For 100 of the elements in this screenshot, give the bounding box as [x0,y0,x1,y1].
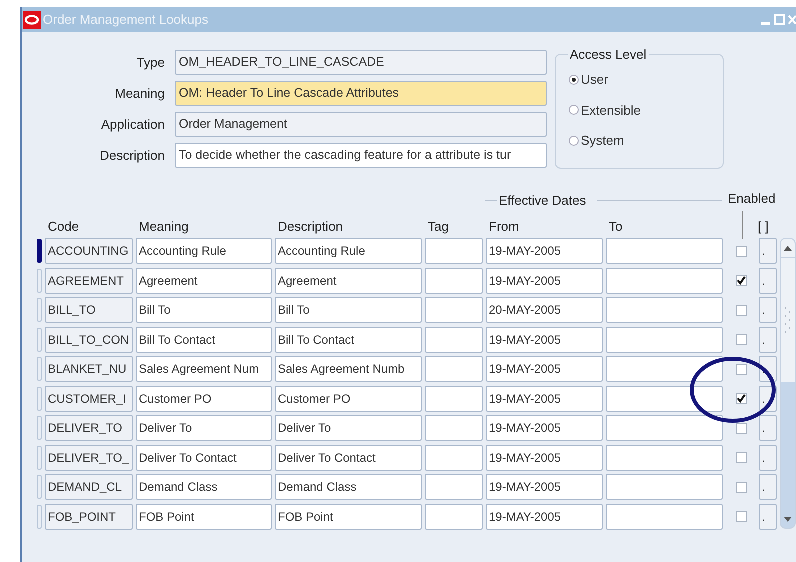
table-cell[interactable]: BLANKET_NU [45,356,133,382]
table-cell[interactable] [606,415,723,441]
table-cell[interactable] [606,386,723,412]
table-cell[interactable]: Deliver To [275,415,422,441]
logo-icon [23,10,41,28]
table-cell[interactable]: 19-MAY-2005 [486,415,603,441]
table-cell[interactable]: 19-MAY-2005 [486,268,603,294]
table-cell[interactable]: Demand Class [275,474,422,500]
table-cell[interactable]: 19-MAY-2005 [486,444,603,470]
scrollbar-thumb[interactable] [781,257,795,382]
checkbox[interactable] [736,334,746,345]
checkbox[interactable] [736,304,746,316]
scroll-down-icon[interactable] [784,516,792,522]
table-cell[interactable] [425,474,483,500]
text-field[interactable]: To decide whether the cascading feature for a attribute is tur [175,143,547,168]
text-field[interactable]: Order Management [175,112,547,137]
table-cell[interactable]: AGREEMENT [45,268,133,294]
table-cell[interactable]: Bill To [275,297,422,323]
table-cell[interactable]: Deliver To Contact [275,444,422,470]
table-cell[interactable]: FOB Point [136,504,272,530]
table-cell[interactable]: Deliver To [136,415,272,441]
table-cell[interactable]: Accounting Rule [275,238,422,264]
maximize-icon[interactable] [774,14,786,26]
field-label: Application [100,116,165,134]
table-cell[interactable] [606,238,723,264]
table-cell[interactable]: DELIVER_TO [45,415,133,441]
scroll-up-icon[interactable] [784,246,792,250]
group-header: Effective Dates [499,192,586,210]
radio-option[interactable]: Extensible [569,100,723,120]
checkbox[interactable] [736,246,746,256]
table-cell[interactable]: BILL_TO [45,297,133,323]
more-button[interactable]: . [759,504,777,530]
table-cell[interactable]: FOB_POINT [45,504,133,530]
table-cell[interactable] [425,415,483,441]
table-cell[interactable] [606,326,723,352]
checkbox[interactable] [736,393,746,404]
table-cell[interactable]: 19-MAY-2005 [486,504,603,530]
table-cell[interactable]: DEMAND_CL [45,474,133,500]
table-cell[interactable] [425,356,483,382]
checkbox[interactable] [736,452,746,463]
checkbox[interactable] [736,422,746,434]
text-field[interactable]: OM_HEADER_TO_LINE_CASCADE [175,50,547,75]
more-button[interactable]: . [759,326,777,352]
table-cell[interactable]: Bill To Contact [275,326,422,352]
row-indicator[interactable] [37,239,42,263]
table-cell[interactable]: Bill To Contact [136,326,272,352]
table-cell[interactable] [425,297,483,323]
table-cell[interactable] [606,474,723,500]
radio-option[interactable]: System [569,131,723,150]
checkbox[interactable] [736,275,746,286]
window-title: Order Management Lookups [43,10,208,29]
close-icon[interactable] [788,14,796,26]
table-cell[interactable] [606,297,723,323]
more-button[interactable]: . [759,444,777,470]
table-cell[interactable] [425,444,483,470]
table-cell[interactable]: 19-MAY-2005 [486,474,603,500]
table-cell[interactable]: 19-MAY-2005 [486,238,603,264]
table-cell[interactable]: Customer PO [275,386,422,412]
checkbox[interactable] [736,482,746,492]
text-field[interactable]: OM: Header To Line Cascade Attributes [175,81,547,106]
table-cell[interactable]: Accounting Rule [136,238,272,264]
table-cell[interactable]: 19-MAY-2005 [486,326,603,352]
more-button[interactable]: . [759,415,777,441]
table-cell[interactable]: Sales Agreement Num [136,356,272,382]
table-cell[interactable] [606,268,723,294]
table-cell[interactable]: Agreement [136,268,272,294]
radio-button[interactable] [569,74,579,85]
more-button[interactable]: . [759,268,777,294]
table-cell[interactable]: Sales Agreement Numb [275,356,422,382]
table-cell[interactable] [425,268,483,294]
radio-button[interactable] [569,105,579,116]
table-cell[interactable]: 19-MAY-2005 [486,356,603,382]
table-cell[interactable]: Agreement [275,268,422,294]
checkbox[interactable] [736,511,746,522]
table-cell[interactable]: Demand Class [136,474,272,500]
column-header: [ ] [758,218,769,236]
vertical-scrollbar[interactable] [780,238,796,529]
table-cell[interactable]: Customer PO [136,386,272,412]
table-cell[interactable]: 19-MAY-2005 [486,386,603,412]
table-cell[interactable] [425,326,483,352]
table-cell[interactable]: Deliver To Contact [136,444,272,470]
table-cell[interactable] [606,504,723,530]
table-cell[interactable] [606,444,723,470]
table-cell[interactable]: 20-MAY-2005 [486,297,603,323]
table-cell[interactable]: CUSTOMER_I [45,386,133,412]
table-cell[interactable]: Bill To [136,297,272,323]
table-cell[interactable] [606,356,723,382]
more-button[interactable]: . [759,238,777,264]
table-cell[interactable] [425,504,483,530]
table-cell[interactable]: BILL_TO_CON [45,326,133,352]
radio-button[interactable] [569,136,579,146]
radio-option[interactable]: User [569,70,723,90]
checkbox[interactable] [736,364,746,374]
table-cell[interactable]: ACCOUNTING [45,238,133,264]
more-button[interactable]: . [759,297,777,323]
table-cell[interactable]: DELIVER_TO_ [45,444,133,470]
table-cell[interactable] [425,238,483,264]
more-button[interactable]: . [759,474,777,500]
table-cell[interactable]: FOB Point [275,504,422,530]
table-cell[interactable] [425,386,483,412]
